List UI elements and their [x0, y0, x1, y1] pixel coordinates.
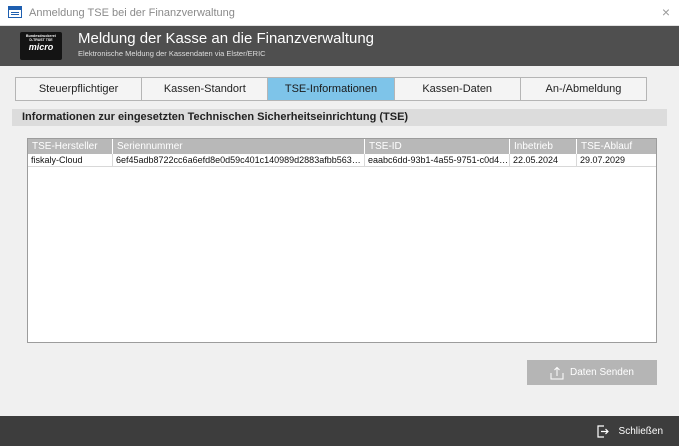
logo-line-3: micro	[28, 42, 54, 52]
column-header-tse-ablauf[interactable]: TSE-Ablauf	[577, 139, 656, 154]
tse-table: TSE-Hersteller Seriennummer TSE-ID Inbet…	[27, 138, 657, 343]
cell-inbetrieb: 22.05.2024	[510, 154, 577, 166]
page-title: Meldung der Kasse an die Finanzverwaltun…	[78, 30, 375, 47]
close-button-label: Schließen	[618, 425, 663, 437]
table-header-row: TSE-Hersteller Seriennummer TSE-ID Inbet…	[28, 139, 656, 154]
send-button-label: Daten Senden	[570, 367, 634, 378]
send-data-button[interactable]: Daten Senden	[527, 360, 657, 385]
table-row[interactable]: fiskaly-Cloud 6ef45adb8722cc6a6efd8e0d59…	[28, 154, 656, 167]
window-titlebar: Anmeldung TSE bei der Finanzverwaltung ×	[0, 0, 679, 26]
tab-kassen-standort[interactable]: Kassen-Standort	[142, 78, 269, 100]
window-close-button[interactable]: ×	[657, 3, 675, 21]
footer-bar: Schließen	[0, 416, 679, 446]
tab-an-abmeldung[interactable]: An-/Abmeldung	[521, 78, 646, 100]
form-window-icon	[8, 6, 22, 18]
tab-steuerpflichtiger[interactable]: Steuerpflichtiger	[16, 78, 143, 100]
cell-tse-ablauf: 29.07.2029	[580, 155, 626, 165]
app-header: Bundesdruckerei D-TRUST TSE micro Meldun…	[0, 26, 679, 66]
window-title: Anmeldung TSE bei der Finanzverwaltung	[29, 7, 235, 19]
close-button[interactable]: Schließen	[596, 423, 663, 439]
exit-icon	[596, 424, 609, 438]
cell-hersteller: fiskaly-Cloud	[28, 154, 113, 166]
column-header-tse-id[interactable]: TSE-ID	[365, 139, 510, 154]
tse-card-logo: Bundesdruckerei D-TRUST TSE micro	[20, 32, 62, 60]
cell-tse-id: eaabc6dd-93b1-4a55-9751-c0d42869d...	[365, 154, 510, 166]
column-header-seriennummer[interactable]: Seriennummer	[113, 139, 365, 154]
tab-kassen-daten[interactable]: Kassen-Daten	[395, 78, 521, 100]
page-subtitle: Elektronische Meldung der Kassendaten vi…	[78, 49, 266, 58]
tab-bar: Steuerpflichtiger Kassen-Standort TSE-In…	[15, 77, 647, 101]
section-title: Informationen zur eingesetzten Technisch…	[12, 109, 667, 126]
column-header-inbetrieb[interactable]: Inbetrieb	[510, 139, 577, 154]
upload-icon	[550, 366, 564, 379]
tab-tse-informationen[interactable]: TSE-Informationen	[268, 78, 395, 100]
column-header-hersteller[interactable]: TSE-Hersteller	[28, 139, 113, 154]
cell-seriennummer: 6ef45adb8722cc6a6efd8e0d59c401c140989d28…	[113, 154, 365, 166]
